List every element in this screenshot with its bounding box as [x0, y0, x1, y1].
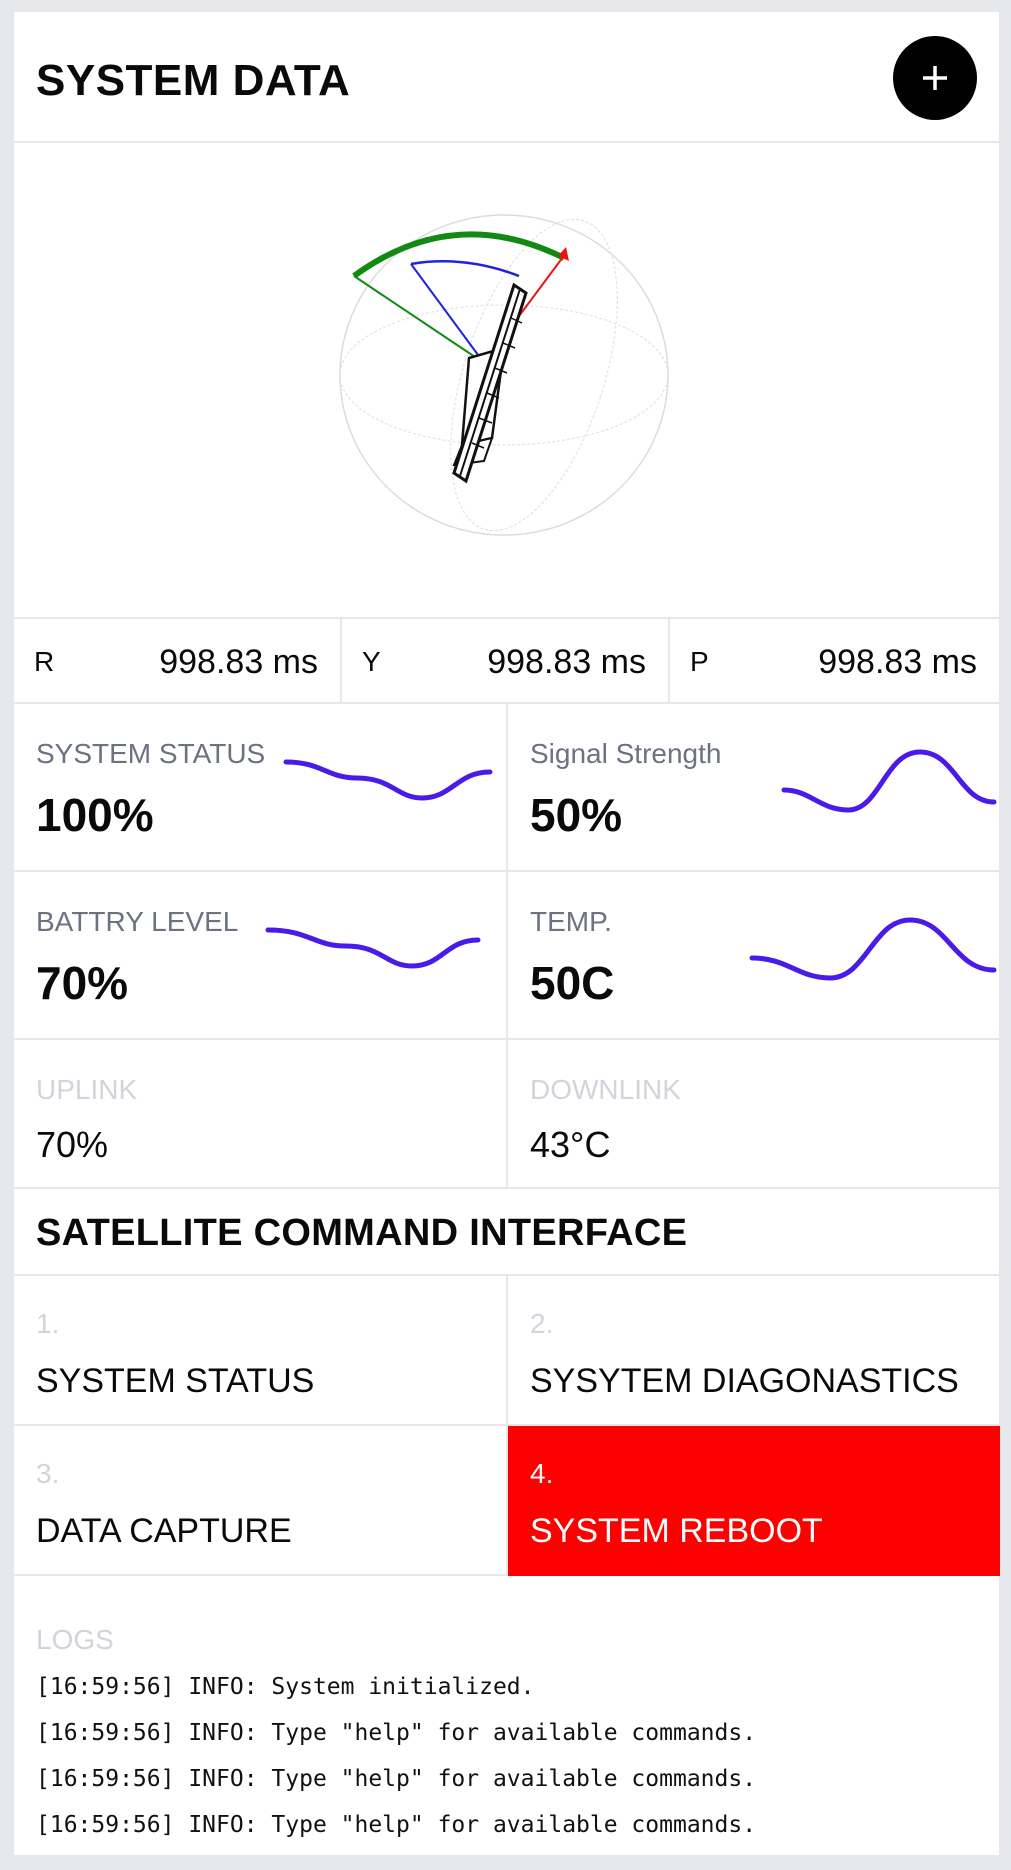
plus-icon: [923, 66, 947, 90]
metric-uplink: UPLINK 70%: [14, 1040, 506, 1187]
log-line: [16:59:56] INFO: Type "help" for availab…: [36, 1766, 757, 1792]
metric-signal-strength: Signal Strength 50%: [508, 704, 1000, 870]
yaw-readout: Y 998.83 ms: [342, 619, 668, 704]
metric-value: 70%: [36, 1124, 109, 1165]
metric-label: Signal Strength: [530, 738, 722, 769]
section-title: SATELLITE COMMAND INTERFACE: [36, 1212, 688, 1254]
sparkline: [265, 927, 481, 969]
sparkline: [781, 749, 997, 813]
metric-label: DOWNLINK: [530, 1074, 681, 1105]
attitude-viewer[interactable]: [14, 143, 999, 619]
command-data-capture[interactable]: 3. DATA CAPTURE: [14, 1426, 506, 1574]
metric-label: SYSTEM STATUS: [36, 738, 266, 769]
metric-downlink: DOWNLINK 43°C: [508, 1040, 1000, 1187]
metric-label: TEMP.: [530, 906, 612, 937]
page-title: SYSTEM DATA: [36, 56, 351, 105]
command-name: SYSTEM REBOOT: [530, 1512, 823, 1550]
pitch-value: 998.83 ms: [818, 643, 977, 681]
command-name: DATA CAPTURE: [36, 1512, 292, 1550]
metric-value: 43°C: [530, 1124, 611, 1165]
log-line: [16:59:56] INFO: System initialized.: [36, 1674, 535, 1700]
sphere-outline: [339, 214, 669, 536]
roll-value: 998.83 ms: [159, 643, 318, 681]
command-number: 2.: [530, 1308, 554, 1339]
sphere-meridian: [450, 218, 618, 532]
roll-arm: [353, 275, 485, 364]
command-name: SYSTEM STATUS: [36, 1362, 315, 1400]
metric-value: 100%: [36, 789, 154, 841]
pitch-readout: P 998.83 ms: [670, 619, 999, 704]
link-row: UPLINK 70% DOWNLINK 43°C: [14, 1040, 999, 1189]
command-interface-header: SATELLITE COMMAND INTERFACE: [14, 1190, 999, 1276]
metric-label: UPLINK: [36, 1074, 138, 1105]
command-name: SYSYTEM DIAGONASTICS: [530, 1362, 959, 1400]
metric-value: 70%: [36, 957, 129, 1009]
metric-label: BATTRY LEVEL: [36, 906, 239, 937]
logs-section: LOGS [16:59:56] INFO: System initialized…: [14, 1590, 999, 1855]
sparkline: [283, 759, 493, 801]
satellite-attitude-graphic: [339, 214, 669, 536]
command-system-status[interactable]: 1. SYSTEM STATUS: [14, 1276, 506, 1424]
system-data-panel: SYSTEM DATA R 998.83 ms Y 998.83 ms P 99…: [14, 12, 1000, 1855]
metric-value: 50%: [530, 789, 623, 841]
attitude-readouts: R 998.83 ms Y 998.83 ms P 998.83 ms: [14, 619, 999, 704]
metric-battery-level: BATTRY LEVEL 70%: [14, 872, 506, 1038]
metrics-row: BATTRY LEVEL 70% TEMP. 50C: [14, 872, 999, 1040]
command-number: 3.: [36, 1458, 60, 1489]
yaw-arm: [410, 263, 485, 364]
yaw-value: 998.83 ms: [487, 643, 646, 681]
yaw-arc: [410, 260, 520, 278]
roll-axis-label: R: [34, 646, 55, 677]
yaw-axis-label: Y: [362, 646, 381, 677]
command-system-reboot[interactable]: 4. SYSTEM REBOOT: [508, 1426, 1000, 1576]
metric-system-status: SYSTEM STATUS 100%: [14, 704, 506, 870]
command-system-diagnostics[interactable]: 2. SYSYTEM DIAGONASTICS: [508, 1276, 1000, 1424]
panel-header: SYSTEM DATA: [14, 12, 999, 143]
pitch-axis-label: P: [690, 646, 709, 677]
metrics-row: SYSTEM STATUS 100% Signal Strength 50%: [14, 704, 999, 872]
logs-label: LOGS: [36, 1624, 114, 1655]
roll-readout: R 998.83 ms: [14, 619, 340, 704]
log-line: [16:59:56] INFO: Type "help" for availab…: [36, 1720, 757, 1746]
add-button[interactable]: [893, 36, 977, 120]
metric-temperature: TEMP. 50C: [508, 872, 1000, 1038]
commands-row: 1. SYSTEM STATUS 2. SYSYTEM DIAGONASTICS: [14, 1276, 999, 1426]
command-number: 1.: [36, 1308, 60, 1339]
sparkline: [749, 917, 997, 981]
command-number: 4.: [530, 1458, 554, 1489]
metric-value: 50C: [530, 957, 615, 1009]
log-line: [16:59:56] INFO: Type "help" for availab…: [36, 1812, 757, 1838]
commands-row: 3. DATA CAPTURE 4. SYSTEM REBOOT: [14, 1426, 1000, 1576]
